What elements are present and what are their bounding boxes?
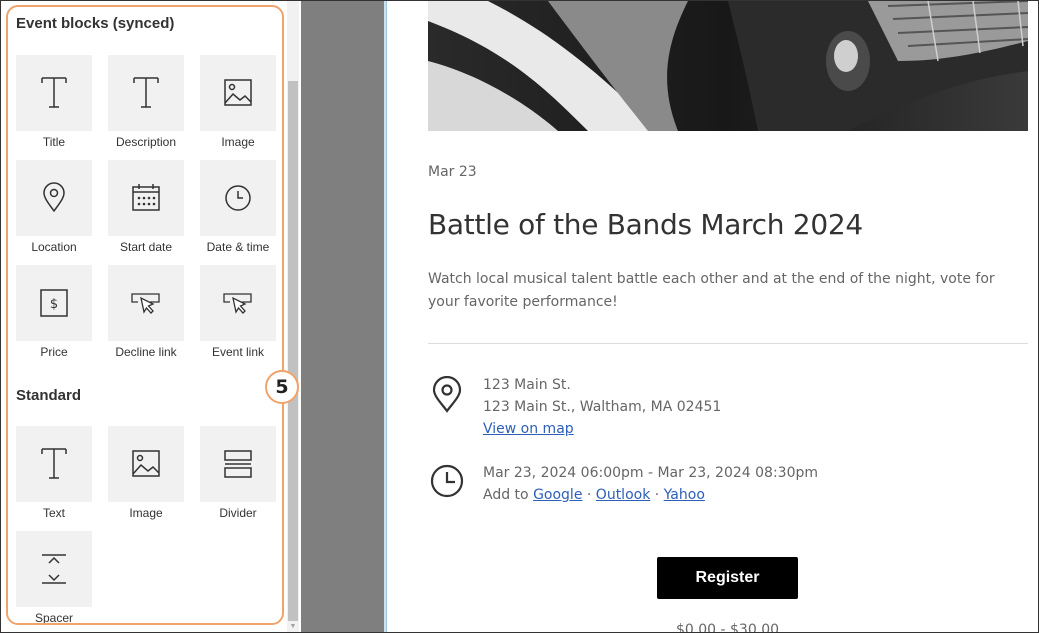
app-frame: Event blocks (synced) Title Description …: [0, 0, 1039, 633]
add-to-label: Add to: [483, 487, 529, 503]
canvas-gutter: [301, 1, 384, 632]
google-calendar-link[interactable]: Google: [533, 487, 582, 503]
datetime-block: Mar 23, 2024 06:00pm - Mar 23, 2024 08:3…: [483, 462, 818, 506]
text-icon: [41, 448, 67, 479]
clock-icon: [225, 185, 251, 211]
dollar-icon: $: [40, 289, 68, 317]
location-block: 123 Main St. 123 Main St., Waltham, MA 0…: [483, 374, 721, 440]
event-blocks-heading: Event blocks (synced): [16, 15, 175, 32]
location-pin-icon: [43, 182, 65, 213]
block-divider-label: Divider: [219, 506, 257, 520]
email-preview: Mar 23 Battle of the Bands March 2024 Wa…: [387, 1, 1038, 632]
block-event-link-label: Event link: [211, 345, 265, 359]
event-datetime: Mar 23, 2024 06:00pm - Mar 23, 2024 08:3…: [483, 465, 819, 481]
block-title-label: Title: [42, 135, 66, 149]
image-icon: [224, 79, 252, 106]
clock-icon: [430, 464, 464, 498]
block-text-label: Text: [42, 506, 65, 520]
scrollbar-thumb[interactable]: [288, 81, 298, 621]
divider-icon: [224, 450, 252, 478]
step-callout-badge: 5: [265, 370, 299, 404]
scroll-down-arrow-icon[interactable]: ▼: [288, 623, 298, 631]
block-title[interactable]: [16, 55, 92, 131]
block-description-label: Description: [115, 135, 177, 149]
event-description: Watch local musical talent battle each o…: [428, 271, 995, 310]
location-name: 123 Main St.: [483, 377, 571, 393]
cursor-click-icon: [223, 293, 252, 314]
block-start-date-label: Start date: [119, 240, 173, 254]
spacer-icon: [42, 554, 66, 584]
outlook-calendar-link[interactable]: Outlook: [596, 487, 651, 503]
block-decline-link[interactable]: [108, 265, 184, 341]
location-address: 123 Main St., Waltham, MA 02451: [483, 399, 722, 415]
block-standard-image-label: Image: [129, 506, 163, 520]
event-title: Battle of the Bands March 2024: [428, 208, 863, 241]
block-image-label: Image: [221, 135, 255, 149]
block-event-link[interactable]: [200, 265, 276, 341]
block-date-time[interactable]: [200, 160, 276, 236]
event-price: $0.00 - $30.00: [675, 622, 780, 633]
blocks-panel: Event blocks (synced) Title Description …: [1, 1, 301, 632]
link-separator: ·: [654, 487, 660, 503]
block-price[interactable]: $: [16, 265, 92, 341]
block-price-label: Price: [40, 345, 68, 359]
block-description[interactable]: [108, 55, 184, 131]
register-button[interactable]: Register: [657, 557, 798, 599]
event-date: Mar 23: [428, 164, 477, 180]
block-location-label: Location: [31, 240, 77, 254]
block-text[interactable]: [16, 426, 92, 502]
block-spacer[interactable]: [16, 531, 92, 607]
block-divider[interactable]: [200, 426, 276, 502]
block-spacer-label: Spacer: [34, 611, 74, 625]
block-decline-link-label: Decline link: [115, 345, 177, 359]
block-standard-image[interactable]: [108, 426, 184, 502]
image-icon: [132, 450, 160, 477]
standard-heading: Standard: [16, 387, 82, 404]
calendar-icon: [132, 184, 160, 211]
block-image[interactable]: [200, 55, 276, 131]
cursor-click-icon: [131, 293, 160, 314]
location-pin-icon: [432, 376, 462, 413]
event-hero-image[interactable]: [428, 1, 1028, 131]
svg-text:$: $: [50, 297, 58, 312]
yahoo-calendar-link[interactable]: Yahoo: [664, 487, 705, 503]
block-start-date[interactable]: [108, 160, 184, 236]
block-location[interactable]: [16, 160, 92, 236]
view-on-map-link[interactable]: View on map: [483, 421, 574, 437]
text-icon: [41, 77, 67, 108]
guitar-photo-image: [428, 1, 1028, 131]
link-separator: ·: [586, 487, 592, 503]
block-date-time-label: Date & time: [206, 240, 270, 254]
text-icon: [133, 77, 159, 108]
preview-divider: [428, 343, 1028, 344]
